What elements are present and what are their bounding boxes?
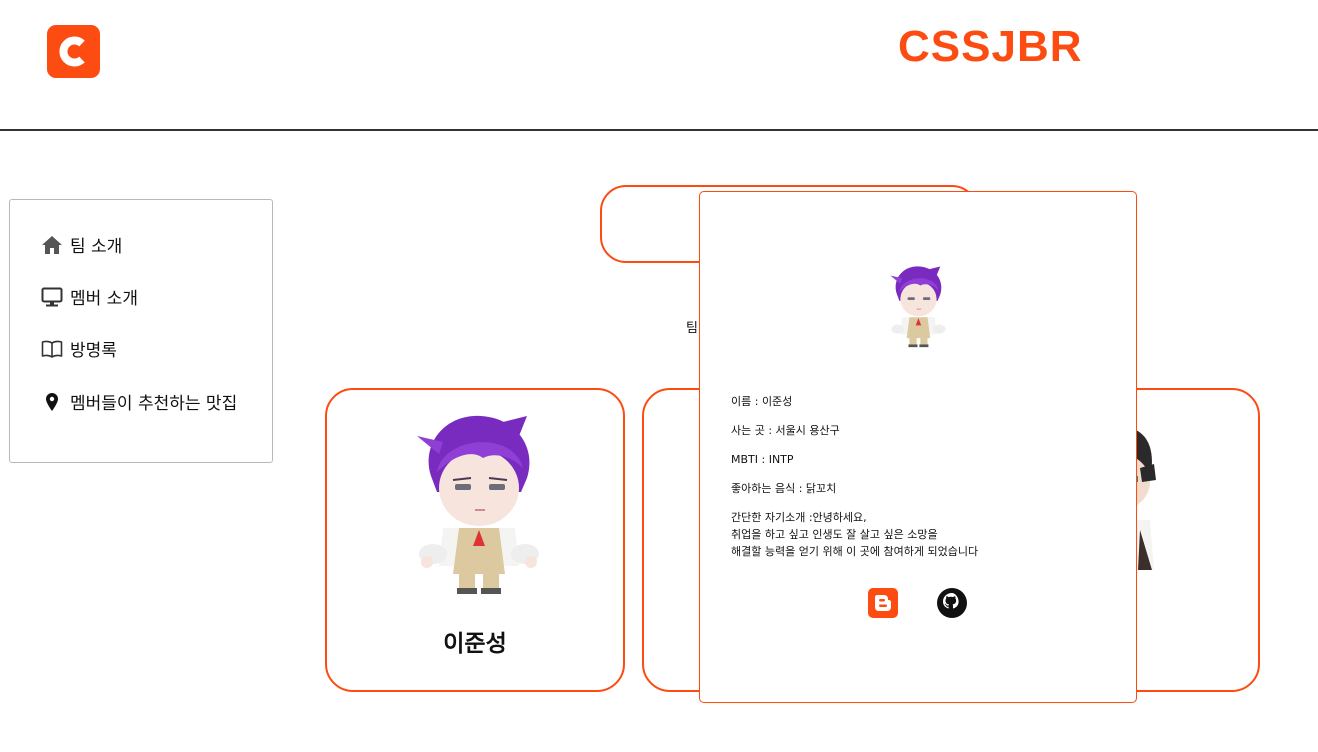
modal-avatar	[890, 266, 946, 348]
member-intro-line: 간단한 자기소개 :안녕하세요,	[731, 511, 867, 524]
sidebar-item-restaurants[interactable]: 멤버들이 추천하는 맛집	[40, 389, 237, 414]
home-icon	[40, 233, 64, 257]
map-pin-icon	[40, 390, 64, 414]
sidebar-item-member-intro[interactable]: 멤버 소개	[40, 284, 138, 309]
site-header: CSSJBR	[0, 0, 1318, 131]
member-intro-line: 취업을 하고 싶고 인생도 잘 살고 싶은 소망을	[731, 528, 938, 541]
blogger-icon[interactable]	[867, 587, 899, 619]
member-mbti-line: MBTI : INTP	[731, 453, 794, 466]
sidebar-item-label: 멤버들이 추천하는 맛집	[70, 394, 238, 414]
member-intro: 간단한 자기소개 :안녕하세요, 취업을 하고 싶고 인생도 잘 살고 싶은 소…	[731, 509, 978, 560]
member-intro-line: 해결할 능력을 얻기 위해 이 곳에 참여하게 되었습니다	[731, 545, 979, 558]
member-residence-line: 사는 곳 : 서울시 용산구	[731, 424, 840, 437]
sidebar-item-label: 팀 소개	[70, 237, 123, 257]
member-detail-modal: 이름 : 이준성 사는 곳 : 서울시 용산구 MBTI : INTP 좋아하는…	[699, 191, 1137, 703]
cssjbr-logo-icon[interactable]	[47, 25, 100, 78]
member-avatar	[417, 415, 539, 594]
book-icon	[40, 337, 64, 361]
member-food-line: 좋아하는 음식 : 닭꼬치	[731, 482, 837, 495]
sidebar-item-team-intro[interactable]: 팀 소개	[40, 232, 122, 257]
member-card[interactable]: 이준성	[325, 388, 625, 692]
team-description: 팀	[686, 321, 698, 336]
sidebar-item-label: 멤버 소개	[70, 289, 138, 309]
member-name-line: 이름 : 이준성	[731, 395, 793, 408]
monitor-icon	[40, 285, 64, 309]
member-name: 이준성	[443, 631, 507, 657]
sidebar-item-label: 방명록	[70, 341, 117, 361]
sidebar-item-guestbook[interactable]: 방명록	[40, 336, 117, 361]
site-title[interactable]: CSSJBR	[898, 22, 1083, 72]
sidebar-nav: 팀 소개 멤버 소개 방명록 멤버들이 추천하는 맛집	[9, 199, 273, 463]
github-icon[interactable]	[936, 587, 968, 619]
